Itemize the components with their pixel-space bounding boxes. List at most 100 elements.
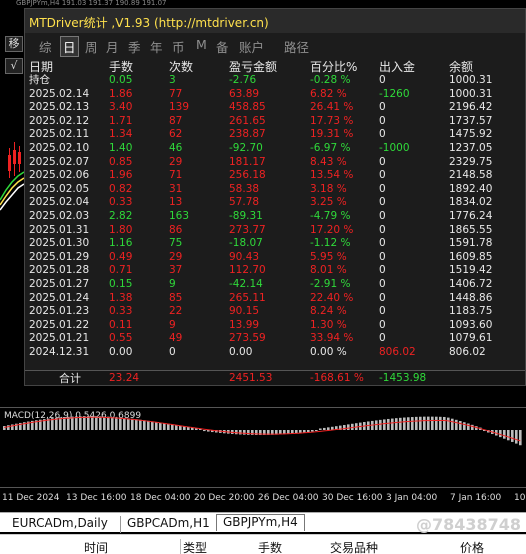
row-lots: 2.82 [109,210,133,222]
terminal-col-price[interactable]: 价格 [460,539,484,554]
table-row: 2025.01.23 0.33 22 90.15 8.24 % 0 1183.75 [25,305,525,319]
row-count: 139 [169,101,190,114]
row-flow: 0 [379,237,386,250]
totals-lots: 23.24 [109,372,140,384]
stats-title-bar[interactable]: MTDriver统计 ,V1.93 (http://mtdriver.cn) [25,9,525,33]
row-percent: 33.94 % [310,332,354,345]
macd-bar [519,430,522,446]
terminal-col-symbol[interactable]: 交易品种 [330,539,378,554]
table-row: 持仓 0.05 3 -2.76 -0.28 % 0 1000.31 [25,74,525,88]
row-percent: 26.41 % [310,101,354,114]
row-date: 持仓 [29,74,50,86]
tab-weekly[interactable]: 周 [85,37,98,56]
tab-eurcadm-daily[interactable]: EURCADm,Daily [6,516,114,533]
chart-symbol-tabs: EURCADm,Daily GBPCADm,H1 GBPJPYm,H4 @784… [0,512,526,534]
tab-quarterly[interactable]: 季 [128,37,141,56]
macd-bar [115,417,118,430]
row-date: 2025.01.30 [29,237,90,250]
row-flow: 0 [379,101,386,114]
chart-window[interactable]: GBPJPYm,H4 191.03 191.37 190.89 191.07 移… [0,0,526,510]
macd-bar [415,416,418,430]
tab-currency[interactable]: 币 [172,37,185,56]
macd-bar [431,416,434,430]
tab-yearly[interactable]: 年 [150,37,163,56]
table-row: 2025.02.12 1.71 87 261.65 17.73 % 0 1737.57 [25,115,525,129]
table-row: 2025.02.14 1.86 77 63.89 6.82 % -1260 1000.31 [25,88,525,102]
row-lots: 1.71 [109,114,133,127]
time-tick: 11 Dec 2024 [2,493,60,503]
macd-bar [3,426,6,430]
row-date: 2025.02.13 [29,101,90,114]
macd-bar [311,430,314,432]
watermark: @78438748 [415,515,521,534]
move-button[interactable]: 移 [5,36,23,52]
tab-monthly[interactable]: 月 [106,37,119,56]
macd-bar [515,430,518,444]
macd-bar [123,417,126,430]
tab-gbpjpym-h4[interactable]: GBPJPYm,H4 [216,514,305,531]
tab-overview[interactable]: 综 [39,37,52,56]
macd-indicator-panel[interactable]: MACD(12,26,9) 0.5426 0.6899 [0,407,526,487]
macd-bar [439,416,442,430]
row-percent: 3.18 % [310,182,347,195]
row-flow: 0 [379,210,386,222]
tab-account[interactable]: 账户 [239,37,264,56]
row-date: 2025.01.31 [29,223,90,236]
row-count: 0 [169,346,176,358]
row-percent: 17.73 % [310,114,354,127]
row-balance: 1237.05 [449,142,493,154]
macd-bar [75,416,78,430]
row-flow: 0 [379,305,386,318]
table-row: 2025.01.21 0.55 49 273.59 33.94 % 0 1079.61 [25,332,525,346]
macd-bar [411,417,414,430]
time-tick: 10 [514,493,526,503]
row-profit-loss: 273.59 [229,332,266,345]
checkmark-button[interactable]: √ [5,58,23,74]
tab-notes[interactable]: 备 [216,37,229,56]
macd-bar [443,416,446,430]
row-flow: 0 [379,182,386,195]
row-count: 22 [169,305,183,318]
terminal-header: 时间 类型 手数 交易品种 价格 [0,534,526,554]
row-profit-loss: 0.00 [229,346,253,358]
row-percent: 17.20 % [310,223,354,236]
terminal-col-time[interactable]: 时间 [84,539,108,554]
terminal-col-lots[interactable]: 手数 [258,539,282,554]
macd-bar [63,417,66,430]
macd-bar [235,430,238,435]
row-count: 85 [169,291,183,304]
row-percent: 1.30 % [310,318,347,331]
tab-magic[interactable]: M [196,37,207,52]
row-flow: 0 [379,318,386,331]
totals-profit-loss: 2451.53 [229,372,273,384]
row-percent: -6.97 % [310,142,351,154]
row-lots: 0.05 [109,74,133,86]
macd-signal-line [4,416,521,442]
totals-flow: -1453.98 [379,372,427,384]
table-row: 2025.01.27 0.15 9 -42.14 -2.91 % 0 1406.72 [25,278,525,292]
row-count: 71 [169,169,183,182]
row-flow: 0 [379,196,386,209]
row-flow: 0 [379,250,386,263]
row-lots: 0.33 [109,305,133,318]
row-lots: 1.86 [109,87,133,100]
tab-path[interactable]: 路径 [284,37,309,56]
row-date: 2025.02.12 [29,114,90,127]
row-date: 2024.12.31 [29,346,90,358]
macd-bar [379,419,382,430]
macd-bar [403,417,406,430]
macd-bar [155,421,158,430]
row-date: 2025.02.11 [29,128,90,141]
tab-gbpcadm-h1[interactable]: GBPCADm,H1 [120,516,216,533]
row-balance: 1737.57 [449,114,493,127]
tab-daily[interactable]: 日 [60,36,79,57]
macd-bar [67,416,70,430]
macd-bar [247,430,250,435]
macd-histogram [3,416,522,446]
row-date: 2025.02.04 [29,196,90,209]
terminal-col-type[interactable]: 类型 [180,539,207,554]
row-flow: 0 [379,332,386,345]
row-count: 86 [169,223,183,236]
macd-bar [151,421,154,430]
row-date: 2025.01.21 [29,332,90,345]
